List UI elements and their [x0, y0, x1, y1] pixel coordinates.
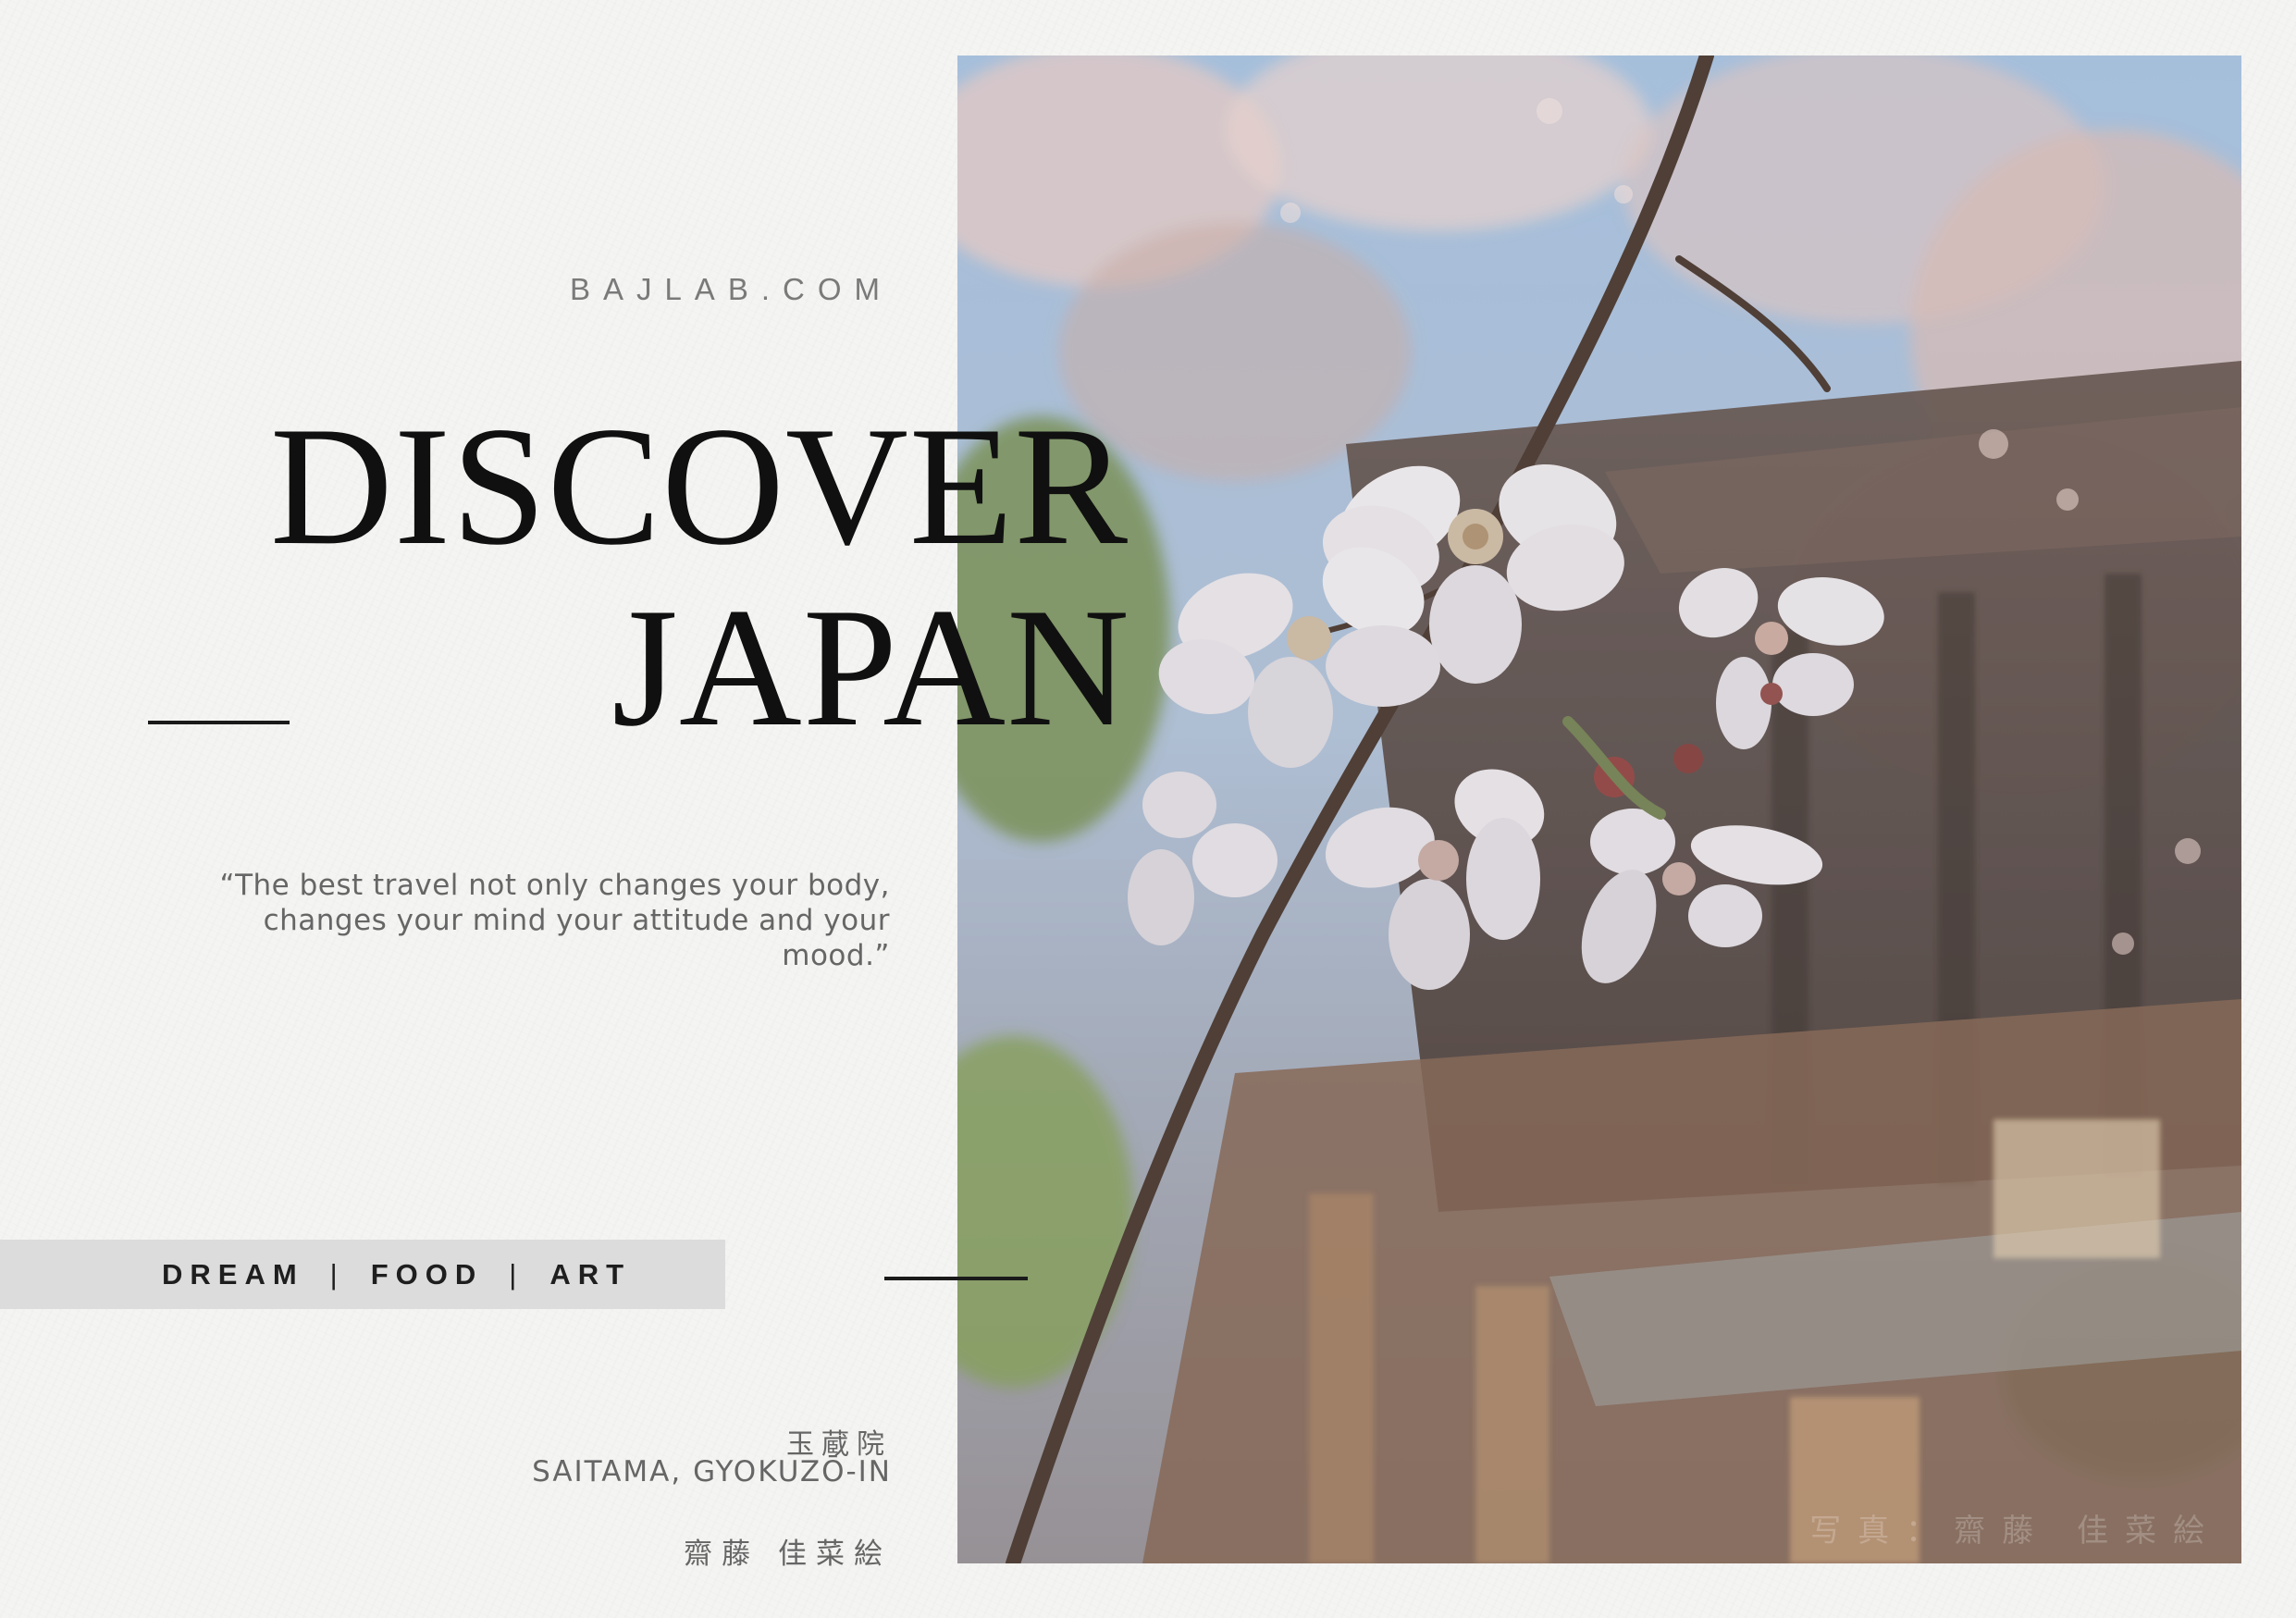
photo-credit: 写真：齋藤 佳菜絵: [1809, 1513, 2221, 1550]
location-english: SAITAMA, GYOKUZŌ-IN: [532, 1455, 892, 1488]
poster: 写真：齋藤 佳菜絵 BAJLAB.COM DISCOVER JAPAN “The…: [0, 0, 2296, 1618]
tag-separator: |: [329, 1257, 345, 1291]
title-line-1: DISCOVER: [269, 391, 1129, 580]
travel-quote: “The best travel not only changes your b…: [167, 868, 890, 973]
tags-bar: DREAM | FOOD | ART: [0, 1240, 725, 1309]
decorative-rule-left: [148, 721, 290, 724]
site-url[interactable]: BAJLAB.COM: [518, 272, 893, 307]
tag-separator: |: [509, 1257, 525, 1291]
tag-art: ART: [549, 1257, 632, 1291]
tag-dream: DREAM: [162, 1257, 304, 1291]
author-name: 齋藤 佳菜絵: [684, 1538, 892, 1571]
page-title: DISCOVER JAPAN: [130, 395, 1129, 758]
photo-illustration: [957, 56, 2241, 1563]
tag-food: FOOD: [370, 1257, 484, 1291]
quote-text: “The best travel not only changes your b…: [219, 869, 890, 972]
decorative-rule-middle: [884, 1277, 1028, 1280]
cherry-blossom-photo: 写真：齋藤 佳菜絵: [957, 56, 2241, 1563]
title-line-2: JAPAN: [611, 573, 1130, 761]
